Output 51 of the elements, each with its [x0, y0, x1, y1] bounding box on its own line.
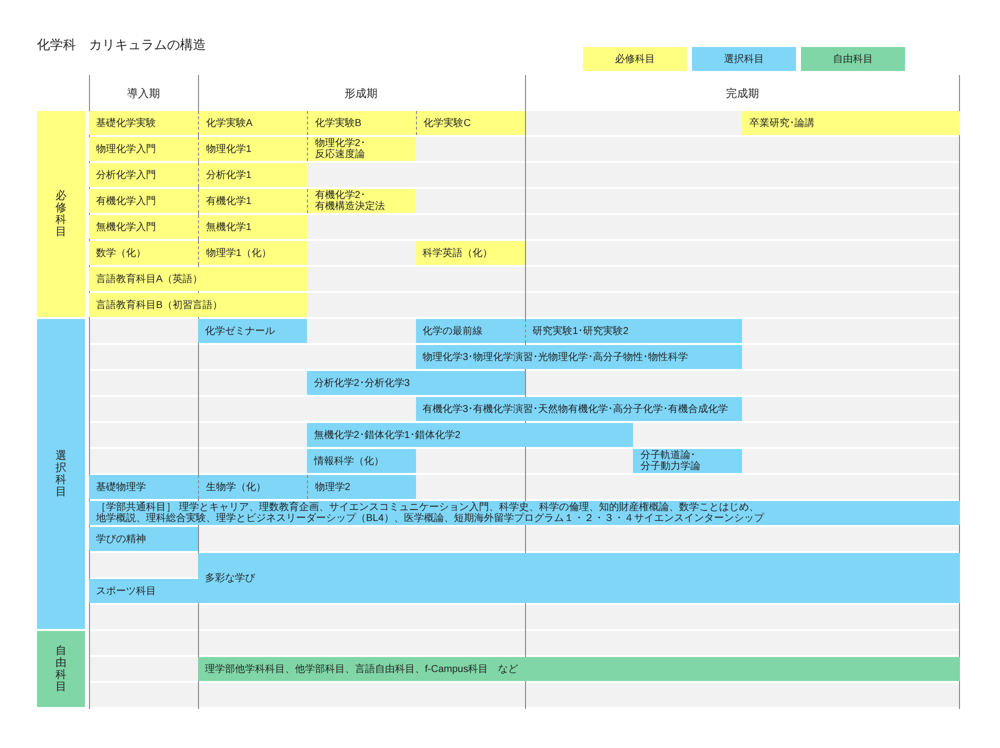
group-label: 自由科目 [37, 631, 85, 707]
course-name: 分子軌道論･ [640, 450, 696, 461]
group-label: 必修科目 [37, 111, 85, 317]
course-cell: 無機化学入門 [89, 215, 198, 239]
course-cell: 言語教育科目B（初習言語） [89, 293, 307, 317]
course-cell: 言語教育科目A（英語） [89, 267, 307, 291]
course-cell: 生物学（化） [198, 475, 307, 499]
course-name: 地学概説、理科総合実験、理学とビジネスリーダーシップ（BL4）、医学概論、短期海外留学プログラム１・２・３・４サイエンスインターンシップ [96, 513, 764, 524]
course-name: 分子動力学論 [640, 461, 700, 472]
chart-title: 化学科 カリキュラムの構造 [37, 37, 206, 53]
group-label: 選択科目 [37, 319, 85, 629]
course-cell: 研究実験1･研究実験2 [524, 319, 742, 343]
course-cell: 分析化学入門 [89, 163, 198, 187]
course-cell: 有機化学3･有機化学演習･天然物有機化学･高分子化学･有機合成化学 [416, 397, 742, 421]
course-cell: 情報科学（化） [306, 449, 416, 473]
course-cell: 分析化学2･分析化学3 [306, 371, 524, 395]
course-name: 有機化学2･ [314, 190, 366, 201]
period-heading: 完成期 [726, 86, 759, 100]
period-heading: 導入期 [126, 86, 160, 100]
course-name: 反応速度論 [314, 149, 365, 160]
course-cell: 基礎化学実験 [89, 111, 198, 135]
course-cell: 有機化学入門 [89, 189, 198, 213]
legend-item: 自由科目 [801, 47, 905, 71]
course-cell: 分析化学1 [198, 163, 307, 187]
course-cell: 科学英語（化） [416, 241, 524, 265]
course-cell: 物理学1（化） [198, 241, 307, 265]
legend-item: 必修科目 [583, 47, 687, 71]
course-cell: 物理化学入門 [89, 137, 198, 161]
course-cell: 無機化学2･錯体化学1･錯体化学2 [306, 423, 634, 447]
course-cell: 卒業研究･論講 [742, 111, 960, 135]
course-cell: 物理化学3･物理化学演習･光物理化学･高分子物性･物性科学 [416, 345, 742, 369]
course-cell: 化学ゼミナール [198, 319, 307, 343]
course-cell: 化学実験A [198, 111, 307, 135]
course-cell: 無機化学1 [198, 215, 307, 239]
course-cell: 物理学2 [306, 475, 416, 499]
course-cell: 学びの精神 [89, 527, 198, 551]
course-name: ［学部共通科目］ 理学とキャリア、理数教育企画、サイエンスコミュニケーション入門、科学史、科学の倫理、知的財産権概論、数学ことはじめ、 [96, 502, 759, 513]
course-cell: 理学部他学科科目、他学部科目、言語自由科目、f-Campus科目 など [198, 657, 960, 681]
course-cell: 数学（化） [89, 241, 198, 265]
course-cell: 物理化学1 [198, 137, 307, 161]
period-heading: 形成期 [344, 86, 378, 100]
course-name: 有機構造決定法 [314, 201, 385, 212]
legend-item: 選択科目 [692, 47, 796, 71]
course-cell: スポーツ科目 [89, 579, 198, 603]
course-cell: 化学実験C [416, 111, 524, 135]
course-cell: 多彩な学び [198, 553, 960, 603]
course-cell: 有機化学1 [198, 189, 307, 213]
course-cell: 基礎物理学 [89, 475, 198, 499]
course-name: 物理化学2･ [314, 138, 366, 149]
course-cell: 化学実験B [306, 111, 416, 135]
course-cell: 化学の最前線 [416, 319, 524, 343]
